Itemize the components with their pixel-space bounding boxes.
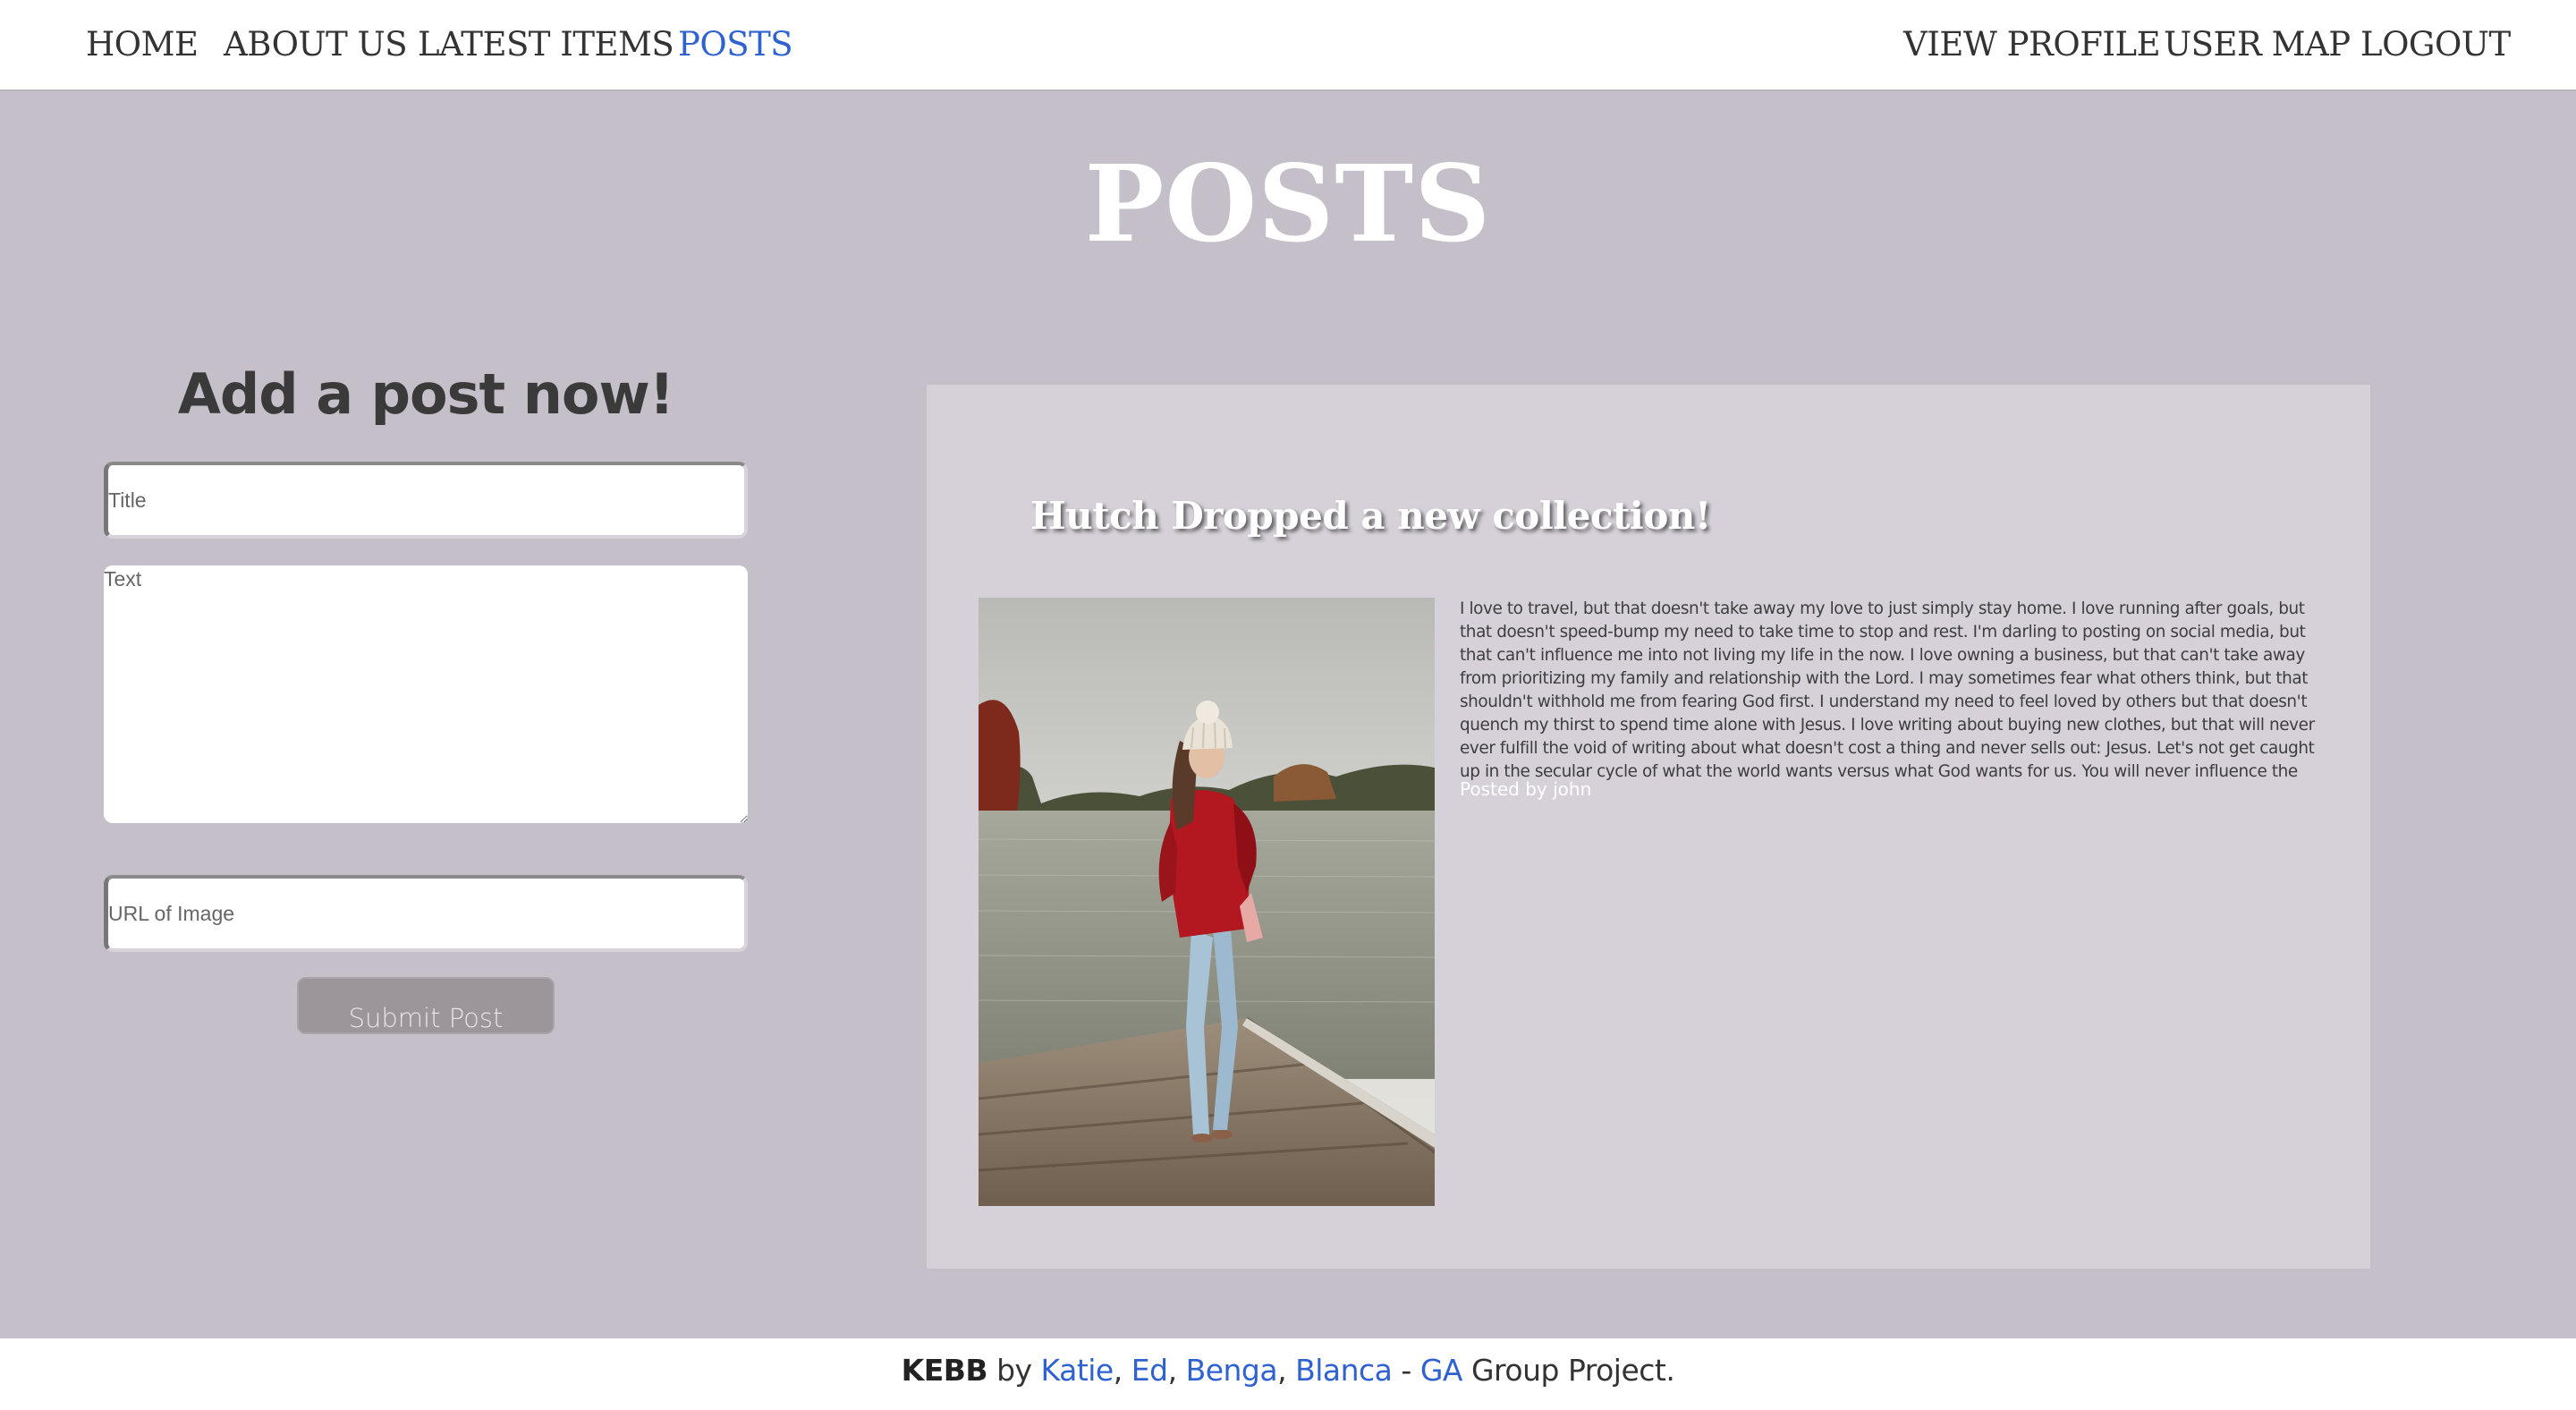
nav-latest-items-link[interactable]: LATEST ITEMS — [418, 25, 674, 64]
footer-ga-link[interactable]: GA — [1420, 1353, 1463, 1388]
top-navbar: HOME ABOUT US LATEST ITEMS POSTS VIEW PR… — [0, 0, 2576, 91]
footer-dash: - — [1401, 1353, 1411, 1388]
post-title-input[interactable] — [104, 462, 748, 539]
post-card: Hutch Dropped a new collection! I love t… — [927, 385, 2370, 1269]
nav-home-link[interactable]: HOME — [86, 25, 199, 64]
footer-author-link-blanca[interactable]: Blanca — [1295, 1353, 1393, 1388]
nav-user-map-link[interactable]: USER MAP — [2164, 25, 2351, 64]
image-url-input[interactable] — [104, 875, 748, 952]
post-title: Hutch Dropped a new collection! — [1030, 494, 1711, 538]
post-image — [979, 598, 1435, 1206]
footer-comma: , — [1167, 1353, 1178, 1388]
post-author-line: Posted by john — [1460, 778, 1591, 800]
submit-post-button[interactable]: Submit Post — [297, 977, 555, 1034]
post-body-text: I love to travel, but that doesn't take … — [1460, 599, 2315, 780]
footer-comma: , — [1277, 1353, 1287, 1388]
page-footer: KEBB by Katie, Ed, Benga, Blanca - GA Gr… — [0, 1338, 2576, 1410]
footer-author-link-katie[interactable]: Katie — [1041, 1353, 1114, 1388]
nav-about-us-link[interactable]: ABOUT US — [224, 25, 408, 64]
footer-suffix: Group Project. — [1470, 1353, 1675, 1388]
post-author: john — [1553, 778, 1592, 800]
nav-logout-link[interactable]: LOGOUT — [2360, 25, 2511, 64]
footer-comma: , — [1113, 1353, 1123, 1388]
page-title: POSTS — [1084, 141, 1492, 266]
nav-posts-link[interactable]: POSTS — [678, 25, 793, 64]
footer-brand: KEBB — [901, 1353, 988, 1388]
footer-author-link-ed[interactable]: Ed — [1131, 1353, 1168, 1388]
form-heading: Add a post now! — [177, 361, 674, 427]
nav-view-profile-link[interactable]: VIEW PROFILE — [1903, 25, 2161, 64]
posted-by-label: Posted by — [1460, 778, 1547, 800]
post-text-textarea[interactable] — [104, 565, 748, 823]
footer-author-link-benga[interactable]: Benga — [1186, 1353, 1278, 1388]
footer-by: by — [996, 1353, 1032, 1388]
